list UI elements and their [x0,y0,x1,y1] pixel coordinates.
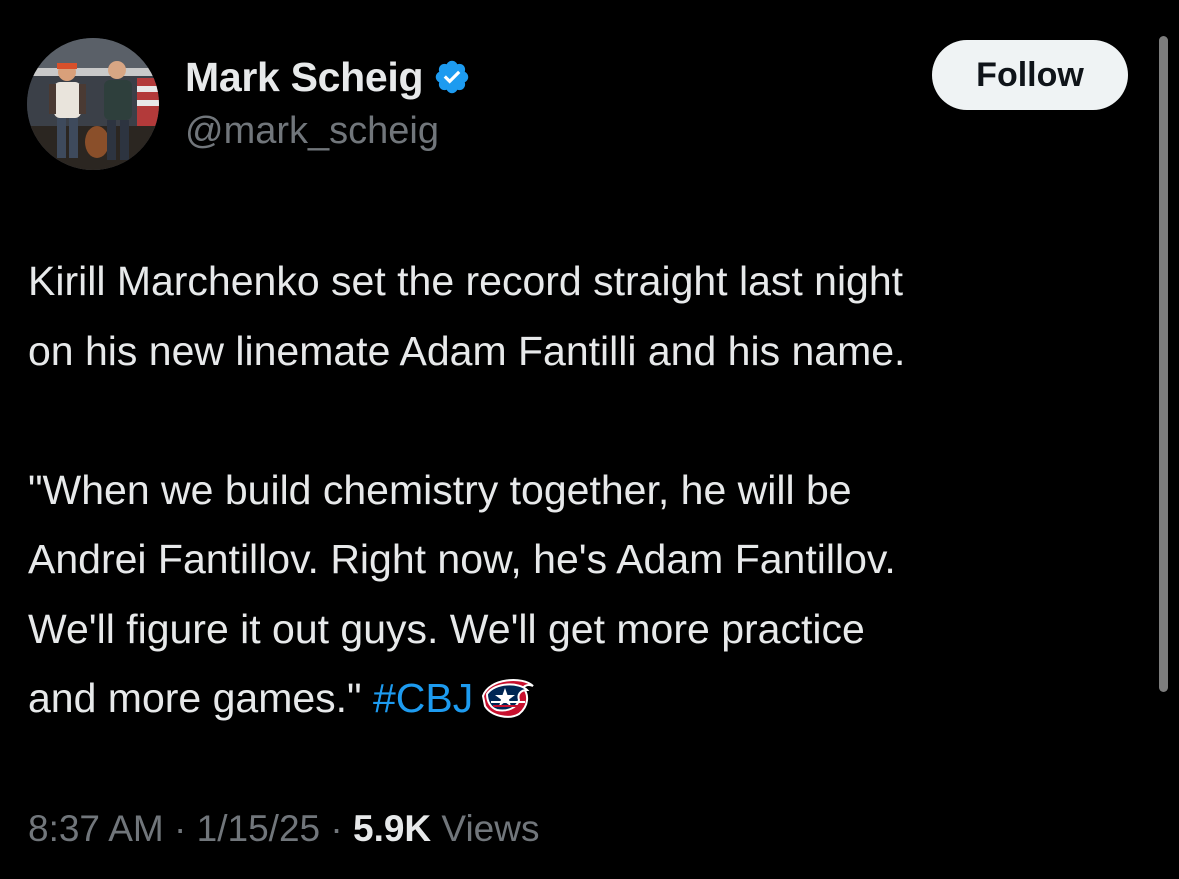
columbus-blue-jackets-logo-icon[interactable] [479,672,537,720]
views-label: Views [431,808,540,849]
tweet-text: Kirill Marchenko set the record straight… [28,247,1148,734]
tweet-line: Andrei Fantillov. Right now, he's Adam F… [28,536,896,582]
tweet-line: Kirill Marchenko set the record straight… [28,258,904,304]
meta-separator: · [320,808,353,849]
tweet-line-last: and more games." #CBJ [28,664,1148,734]
scrollbar[interactable] [1159,36,1168,692]
verified-badge-icon[interactable] [433,58,471,96]
avatar[interactable] [27,38,159,170]
tweet-line: "When we build chemistry together, he wi… [28,466,852,513]
meta-separator: · [163,808,197,849]
views-count[interactable]: 5.9K [353,808,431,849]
follow-button[interactable]: Follow [932,40,1128,110]
author-display-name[interactable]: Mark Scheig [185,54,424,101]
author-handle[interactable]: @mark_scheig [185,110,439,153]
profile-photo-icon [27,38,159,170]
tweet-line: We'll figure it out guys. We'll get more… [28,605,865,652]
hashtag-link[interactable]: #CBJ [373,675,473,721]
tweet-line-text: and more games." [28,675,373,721]
tweet-date[interactable]: 1/15/25 [197,808,320,849]
tweet-time[interactable]: 8:37 AM [28,808,164,849]
tweet-line: on his new linemate Adam Fantilli and hi… [28,327,906,374]
author-name-row: Mark Scheig [185,52,471,102]
tweet-meta: 8:37 AM · 1/15/25 · 5.9K Views [28,808,539,850]
